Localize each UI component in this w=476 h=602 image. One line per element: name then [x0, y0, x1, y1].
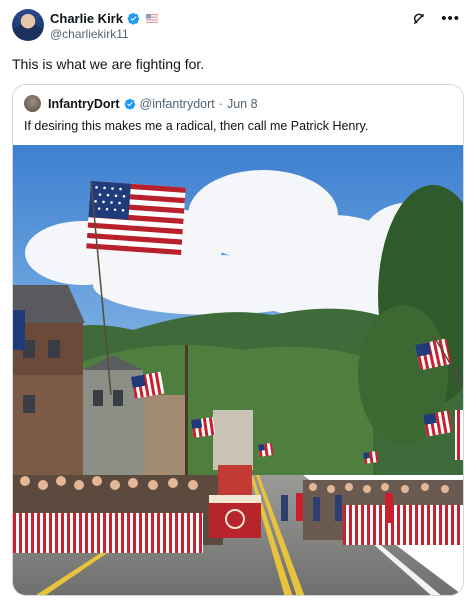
quoted-post-header: InfantryDort @infantrydort · Jun 8 [24, 95, 258, 112]
quoted-author-avatar[interactable] [24, 95, 41, 112]
verified-badge-icon [127, 12, 140, 25]
quoted-post-card[interactable]: InfantryDort @infantrydort · Jun 8 If de… [12, 84, 464, 596]
us-flag-icon [145, 14, 158, 23]
quoted-post-text: If desiring this makes me a radical, the… [24, 119, 369, 133]
header-actions: ••• [411, 11, 460, 27]
quoted-author-handle[interactable]: @infantrydort [140, 97, 215, 111]
quoted-separator: · [218, 96, 223, 111]
more-options-icon[interactable]: ••• [441, 11, 460, 26]
grok-icon[interactable] [411, 11, 427, 27]
author-name-row: Charlie Kirk [50, 11, 158, 26]
post-header: Charlie Kirk @charliekirk11 ••• [12, 9, 464, 43]
parade-photo[interactable] [13, 145, 463, 595]
author-handle[interactable]: @charliekirk11 [50, 27, 129, 41]
author-avatar[interactable] [12, 9, 44, 41]
quoted-post-date[interactable]: Jun 8 [227, 97, 258, 111]
author-display-name[interactable]: Charlie Kirk [50, 11, 123, 26]
post-text: This is what we are fighting for. [12, 56, 205, 72]
quoted-author-name[interactable]: InfantryDort [48, 97, 120, 111]
verified-badge-icon [124, 98, 135, 110]
